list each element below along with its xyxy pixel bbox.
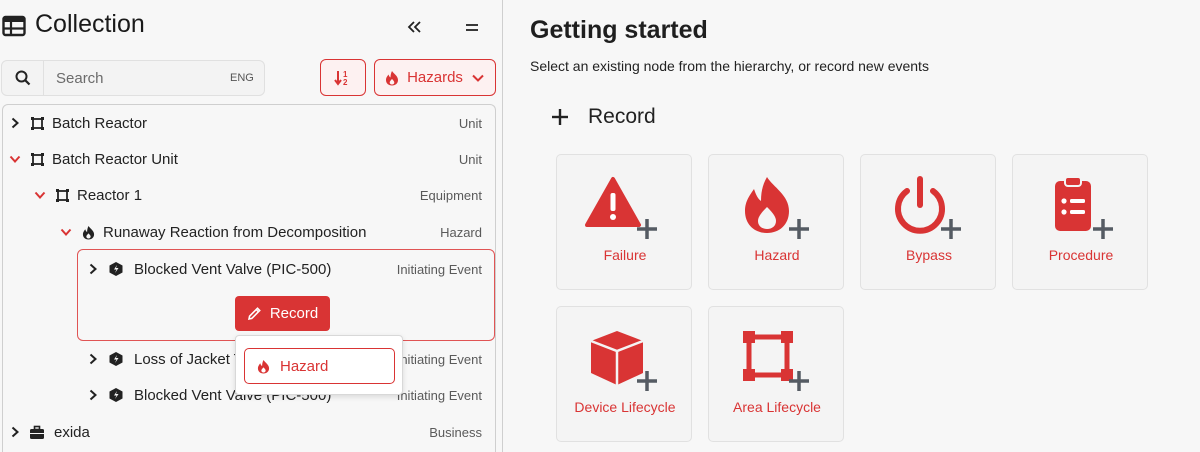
card-label: Procedure — [1048, 247, 1114, 263]
tree-row-type: Initiating Event — [396, 351, 482, 367]
flame-icon — [257, 359, 270, 373]
record-heading: Record — [550, 102, 656, 132]
pencil-icon — [247, 307, 261, 321]
sort-descending-icon: 1 2 — [334, 70, 348, 87]
plus-icon — [552, 109, 568, 125]
record-failure-card[interactable]: Failure — [556, 154, 692, 290]
tree-row-label: Reactor 1 — [77, 186, 143, 204]
card-label: Device Lifecycle — [574, 399, 676, 415]
chevron-right-icon[interactable] — [86, 352, 100, 366]
record-area-lifecycle-card[interactable]: Area Lifecycle — [708, 306, 844, 442]
chevron-right-icon[interactable] — [8, 425, 22, 439]
card-label: Failure — [603, 247, 647, 263]
record-procedure-card[interactable]: Procedure — [1012, 154, 1148, 290]
tree-row[interactable]: Batch Reactor Unit — [0, 105, 492, 141]
record-button[interactable]: Record — [235, 296, 330, 331]
chevron-down-icon — [472, 74, 484, 82]
chevron-right-icon[interactable] — [86, 262, 100, 276]
sort-button[interactable]: 1 2 — [320, 59, 366, 96]
tree-row-label: Batch Reactor — [52, 114, 148, 132]
card-label: Area Lifecycle — [733, 399, 821, 415]
initiating-event-icon — [108, 351, 124, 367]
search-icon[interactable] — [2, 61, 44, 95]
hazards-filter-dropdown[interactable]: Hazards — [374, 59, 496, 96]
tree-row-type: Initiating Event — [396, 387, 482, 403]
chevron-down-icon[interactable] — [59, 225, 73, 239]
unit-icon — [29, 151, 45, 167]
chevron-right-icon[interactable] — [8, 116, 22, 130]
tree-row-label: Loss of Jacket Te — [134, 350, 250, 368]
tree-row[interactable]: Batch Reactor Unit Unit — [0, 141, 492, 177]
page-subtitle: Select an existing node from the hierarc… — [530, 58, 929, 74]
equipment-icon — [54, 187, 70, 203]
menu-button[interactable] — [457, 12, 487, 42]
chevron-down-icon[interactable] — [8, 152, 22, 166]
search-input[interactable] — [44, 69, 224, 87]
clipboard-icon — [1055, 176, 1113, 239]
area-icon — [743, 331, 809, 391]
collection-panel: Collection ENG — [0, 0, 503, 452]
page-title: Getting started — [530, 16, 708, 44]
tree-row-type: Unit — [458, 115, 482, 131]
svg-text:2: 2 — [343, 78, 348, 87]
record-bypass-card[interactable]: Bypass — [860, 154, 996, 290]
tree-row[interactable]: exida Business — [0, 414, 492, 450]
collapse-panel-button[interactable] — [399, 12, 429, 42]
tree-row-type: Equipment — [419, 187, 482, 203]
flame-icon — [745, 177, 809, 239]
tree-row-label: Batch Reactor Unit — [52, 150, 178, 168]
tree-row-type: Initiating Event — [396, 261, 482, 277]
record-button-label: Record — [269, 305, 319, 322]
popup-item-label: Hazard — [280, 357, 329, 375]
initiating-event-icon — [108, 387, 124, 403]
language-indicator: ENG — [230, 72, 254, 84]
power-icon — [895, 176, 961, 239]
card-label: Hazard — [754, 247, 800, 263]
hazard-icon — [80, 224, 96, 240]
menu-icon — [466, 24, 478, 31]
record-popup-menu: Hazard — [235, 335, 403, 395]
tree-row-label: Runaway Reaction from Decomposition — [103, 223, 367, 241]
record-hazard-card[interactable]: Hazard — [708, 154, 844, 290]
cube-icon — [590, 331, 657, 391]
initiating-event-icon — [108, 261, 124, 277]
popup-item-hazard[interactable]: Hazard — [244, 348, 395, 384]
double-chevron-left-icon — [407, 21, 421, 33]
flame-icon — [386, 70, 399, 85]
tree-row-type: Hazard — [440, 224, 482, 240]
app-root: Collection ENG — [0, 0, 1200, 452]
tree-row-label: exida — [54, 423, 90, 441]
tree-row-type: Unit — [458, 151, 482, 167]
tree-row-label: Blocked Vent Valve (PIC-500) — [134, 260, 332, 278]
collection-title: Collection — [35, 10, 145, 38]
tree-row[interactable]: Reactor 1 Equipment — [0, 177, 492, 213]
record-heading-label: Record — [588, 105, 656, 128]
warning-icon — [585, 177, 657, 239]
tree-row-selected[interactable]: Blocked Vent Valve (PIC-500) Initiating … — [0, 251, 492, 287]
tree-row[interactable]: Runaway Reaction from Decomposition Haza… — [0, 214, 492, 250]
briefcase-icon — [29, 424, 45, 440]
card-label: Bypass — [906, 247, 952, 263]
collection-icon — [2, 15, 26, 37]
search-box: ENG — [1, 60, 265, 96]
tree-row-type: Business — [429, 424, 482, 440]
chevron-right-icon[interactable] — [86, 388, 100, 402]
getting-started-panel: Getting started Select an existing node … — [504, 0, 1200, 452]
collection-header: Collection — [0, 8, 503, 44]
record-device-lifecycle-card[interactable]: Device Lifecycle — [556, 306, 692, 442]
filter-label: Hazards — [407, 69, 463, 86]
chevron-down-icon[interactable] — [33, 188, 47, 202]
unit-icon — [29, 115, 45, 131]
